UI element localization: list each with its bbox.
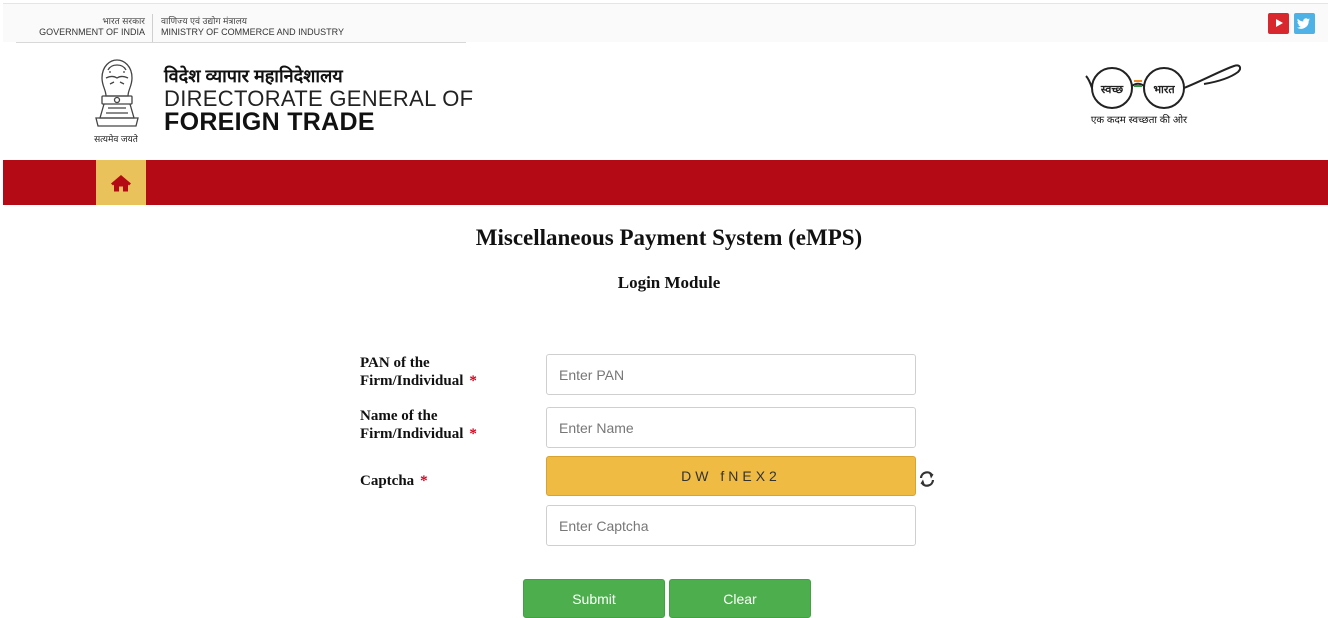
gov-strip: भारत सरकार GOVERNMENT OF INDIA वाणिज्य ए… [3, 3, 1328, 43]
twitter-bird-glyph [1297, 18, 1310, 29]
gov-branding: भारत सरकार GOVERNMENT OF INDIA वाणिज्य ए… [16, 4, 466, 43]
captcha-image: DW fNEX2 [546, 456, 916, 496]
required-mark: * [469, 426, 477, 442]
captcha-input[interactable] [546, 505, 916, 546]
national-emblem-icon [95, 59, 139, 127]
page-subtitle: Login Module [617, 273, 721, 292]
home-icon [111, 174, 131, 191]
gov-of-india-english: GOVERNMENT OF INDIA [39, 27, 145, 37]
refresh-captcha-icon[interactable] [918, 470, 936, 488]
home-button[interactable] [96, 160, 146, 205]
captcha-label-text: Captcha [360, 473, 415, 489]
ministry-english: MINISTRY OF COMMERCE AND INDUSTRY [161, 27, 345, 37]
twitter-icon[interactable] [1294, 13, 1315, 34]
ministry-hindi: वाणिज्य एवं उद्योग मंत्रालय [161, 16, 248, 26]
pan-label: PAN of the Firm/Individual * [360, 354, 477, 390]
org-name-hindi: विदेश व्यापार महानिदेशालय [164, 66, 343, 86]
name-label: Name of the Firm/Individual * [360, 407, 477, 443]
required-mark: * [469, 373, 477, 389]
youtube-icon[interactable] [1268, 13, 1289, 34]
main-nav [3, 160, 1328, 205]
pan-label-line2: Firm/Individual [360, 373, 464, 389]
name-label-line2: Firm/Individual [360, 426, 464, 442]
org-name-line2: FOREIGN TRADE [164, 108, 375, 136]
emblem-caption: सत्यमेव जयते [94, 134, 138, 144]
clear-button[interactable]: Clear [669, 579, 811, 618]
pan-input[interactable] [546, 354, 916, 395]
swachh-word: स्वच्छ [1100, 83, 1124, 96]
gov-of-india-hindi: भारत सरकार [102, 16, 145, 26]
submit-button[interactable]: Submit [523, 579, 665, 618]
ministry: वाणिज्य एवं उद्योग मंत्रालय MINISTRY OF … [152, 14, 344, 42]
name-label-line1: Name of the [360, 408, 438, 424]
gov-of-india: भारत सरकार GOVERNMENT OF INDIA [24, 16, 145, 38]
bharat-word: भारत [1153, 83, 1175, 96]
required-mark: * [420, 473, 428, 489]
captcha-label: Captcha * [360, 472, 428, 490]
pan-label-line1: PAN of the [360, 355, 430, 371]
page-title: Miscellaneous Payment System (eMPS) [475, 225, 863, 250]
name-input[interactable] [546, 407, 916, 448]
swachh-tagline: एक कदम स्वच्छता की ओर [1090, 115, 1188, 126]
